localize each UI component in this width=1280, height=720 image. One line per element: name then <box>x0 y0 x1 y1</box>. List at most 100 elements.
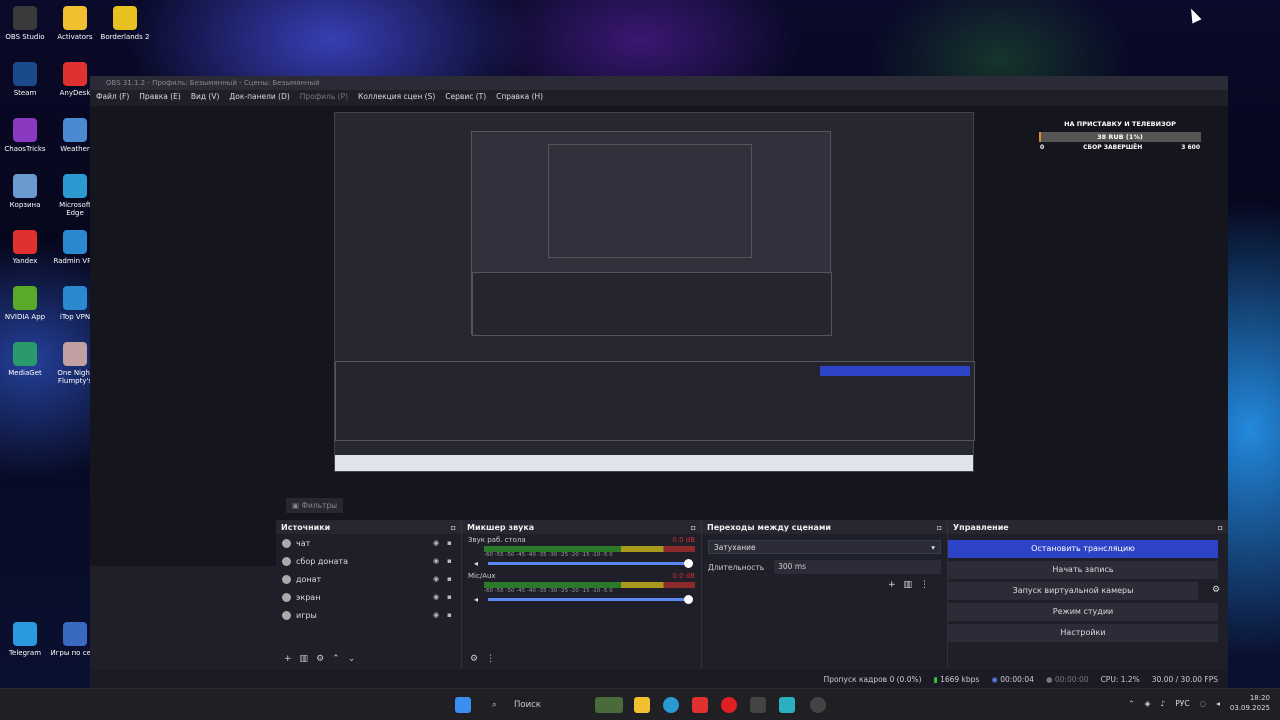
eye-icon[interactable]: ◉ <box>433 575 441 583</box>
language-indicator[interactable]: РУС <box>1175 699 1189 708</box>
eye-icon[interactable]: ◉ <box>433 539 441 547</box>
desktop-icon[interactable]: ChaosTricks <box>0 118 50 153</box>
speaker-icon[interactable]: ◂ <box>474 595 478 604</box>
lock-icon[interactable]: ▪ <box>447 611 455 619</box>
sources-title: Источники <box>281 523 331 532</box>
search-placeholder: Поиск <box>514 700 541 710</box>
desktop-icon[interactable]: Activators <box>50 6 100 41</box>
volume-icon[interactable]: ◂ <box>1216 699 1220 708</box>
desktop-icon[interactable]: Корзина <box>0 174 50 209</box>
transition-select[interactable]: Затухание ▾ <box>708 540 941 554</box>
desktop-icon[interactable]: Borderlands 2 <box>100 6 150 41</box>
dock-float-icon[interactable]: ▫ <box>691 523 696 532</box>
menu-item[interactable]: Сервис (T) <box>445 90 486 104</box>
menu-item[interactable]: Справка (H) <box>496 90 543 104</box>
app-icon <box>63 622 87 646</box>
yandex-icon[interactable] <box>692 697 708 713</box>
mixer-settings-icon[interactable]: ⚙ <box>470 654 478 664</box>
source-settings-icon[interactable]: ⚙ <box>316 654 324 664</box>
opera-icon[interactable] <box>721 697 737 713</box>
settings-button[interactable]: Настройки <box>948 624 1218 642</box>
gear-icon[interactable]: ⚙ <box>1212 585 1220 595</box>
lock-icon[interactable]: ▪ <box>447 557 455 565</box>
yandex-browser-icon[interactable] <box>750 697 766 713</box>
chevron-down-icon: ▾ <box>931 543 935 552</box>
volume-slider-handle[interactable] <box>684 558 693 568</box>
remove-source-icon[interactable]: ▥ <box>300 654 309 664</box>
widget-progress-bar: 38 RUB (1%) <box>1039 132 1201 142</box>
remove-transition-icon[interactable]: ▥ <box>903 580 912 590</box>
start-button-icon[interactable] <box>455 697 471 713</box>
speaker-icon[interactable]: ◂ <box>474 559 478 568</box>
microphone-icon[interactable]: ♪ <box>1160 699 1165 708</box>
start-record-button[interactable]: Начать запись <box>948 561 1218 579</box>
source-item[interactable]: чат ◉ ▪ <box>276 534 461 552</box>
preview-area[interactable]: НА ПРИСТАВКУ И ТЕЛЕВИЗОР 38 RUB (1%) 0 С… <box>90 106 1228 566</box>
source-item[interactable]: донат ◉ ▪ <box>276 570 461 588</box>
desktop-icon[interactable]: NVIDIA App <box>0 286 50 321</box>
channel-name: Mic/Aux <box>468 572 496 580</box>
desktop-icon[interactable]: Steam <box>0 62 50 97</box>
mixer-menu-icon[interactable]: ⋮ <box>486 654 495 664</box>
widgets-icon[interactable] <box>595 697 623 713</box>
chevron-up-icon[interactable]: ⌃ <box>1128 699 1134 708</box>
search-icon: ⌕ <box>492 700 497 710</box>
transition-menu-icon[interactable]: ⋮ <box>920 580 929 590</box>
source-label: чат <box>296 538 311 548</box>
edge-icon[interactable] <box>663 697 679 713</box>
virtual-camera-button[interactable]: Запуск виртуальной камеры <box>948 582 1198 600</box>
network-icon[interactable]: ◈ <box>1145 699 1151 708</box>
move-down-icon[interactable]: ⌄ <box>348 654 356 664</box>
desktop-icon[interactable]: Yandex <box>0 230 50 265</box>
source-type-icon <box>282 574 291 584</box>
desktop-icon-label: ChaosTricks <box>4 145 46 153</box>
move-up-icon[interactable]: ⌃ <box>332 654 340 664</box>
add-source-icon[interactable]: + <box>284 654 292 664</box>
lock-icon[interactable]: ▪ <box>447 593 455 601</box>
status-bar: Пропуск кадров 0 (0.0%) ▮ 1669 kbps ◉ 00… <box>90 670 1228 688</box>
menu-item[interactable]: Профиль (P) <box>300 90 348 104</box>
menu-item[interactable]: Правка (E) <box>139 90 181 104</box>
lock-icon[interactable]: ▪ <box>447 539 455 547</box>
wifi-icon[interactable]: ◌ <box>1200 699 1207 708</box>
source-item[interactable]: сбор доната ◉ ▪ <box>276 552 461 570</box>
add-transition-icon[interactable]: + <box>888 580 896 590</box>
volume-slider-handle[interactable] <box>684 594 693 604</box>
lock-icon[interactable]: ▪ <box>447 575 455 583</box>
volume-slider[interactable] <box>488 594 693 604</box>
widget-progress-fill <box>1039 132 1041 142</box>
menu-item[interactable]: Коллекция сцен (S) <box>358 90 435 104</box>
dock-float-icon[interactable]: ▫ <box>1218 523 1223 532</box>
source-item[interactable]: игры ◉ ▪ <box>276 606 461 624</box>
clock[interactable]: 18:20 03.09.2025 <box>1230 693 1270 713</box>
preview-canvas[interactable] <box>334 112 975 472</box>
sources-dock: Источники ▫ чат ◉ ▪ сбор доната ◉ ▪ донат ◉ ▪ экра… <box>276 520 462 668</box>
duration-label: Длительность <box>708 562 765 572</box>
dock-float-icon[interactable]: ▫ <box>937 523 942 532</box>
obs-taskbar-icon[interactable] <box>810 697 826 713</box>
desktop-icon[interactable]: MediaGet <box>0 342 50 377</box>
desktop-icon[interactable]: Telegram <box>0 622 50 657</box>
menu-item[interactable]: Файл (F) <box>96 90 129 104</box>
studio-mode-button[interactable]: Режим студии <box>948 603 1218 621</box>
dock-float-icon[interactable]: ▫ <box>451 523 456 532</box>
widget-max: 3 600 <box>1181 144 1200 151</box>
widget-status: СБОР ЗАВЕРШЁН <box>1083 144 1143 151</box>
file-explorer-icon[interactable] <box>634 697 650 713</box>
eye-icon[interactable]: ◉ <box>433 593 441 601</box>
eye-icon[interactable]: ◉ <box>433 611 441 619</box>
duration-field[interactable]: 300 ms <box>774 560 941 574</box>
source-label: игры <box>296 610 317 620</box>
eye-icon[interactable]: ◉ <box>433 557 441 565</box>
menu-item[interactable]: Вид (V) <box>191 90 220 104</box>
desktop-icon-label: iTop VPN <box>59 313 91 321</box>
volume-slider[interactable] <box>488 558 693 568</box>
stop-stream-button[interactable]: Остановить трансляцию <box>948 540 1218 558</box>
source-item[interactable]: экран ◉ ▪ <box>276 588 461 606</box>
menu-item[interactable]: Док-панели (D) <box>229 90 289 104</box>
desktop-icon[interactable]: OBS Studio <box>0 6 50 41</box>
vpn-icon[interactable] <box>779 697 795 713</box>
menu-bar: Файл (F) Правка (E) Вид (V) Док-панели (D) П… <box>90 90 1228 104</box>
app-icon <box>13 622 37 646</box>
filters-button[interactable]: ▣ Фильтры <box>286 498 344 513</box>
